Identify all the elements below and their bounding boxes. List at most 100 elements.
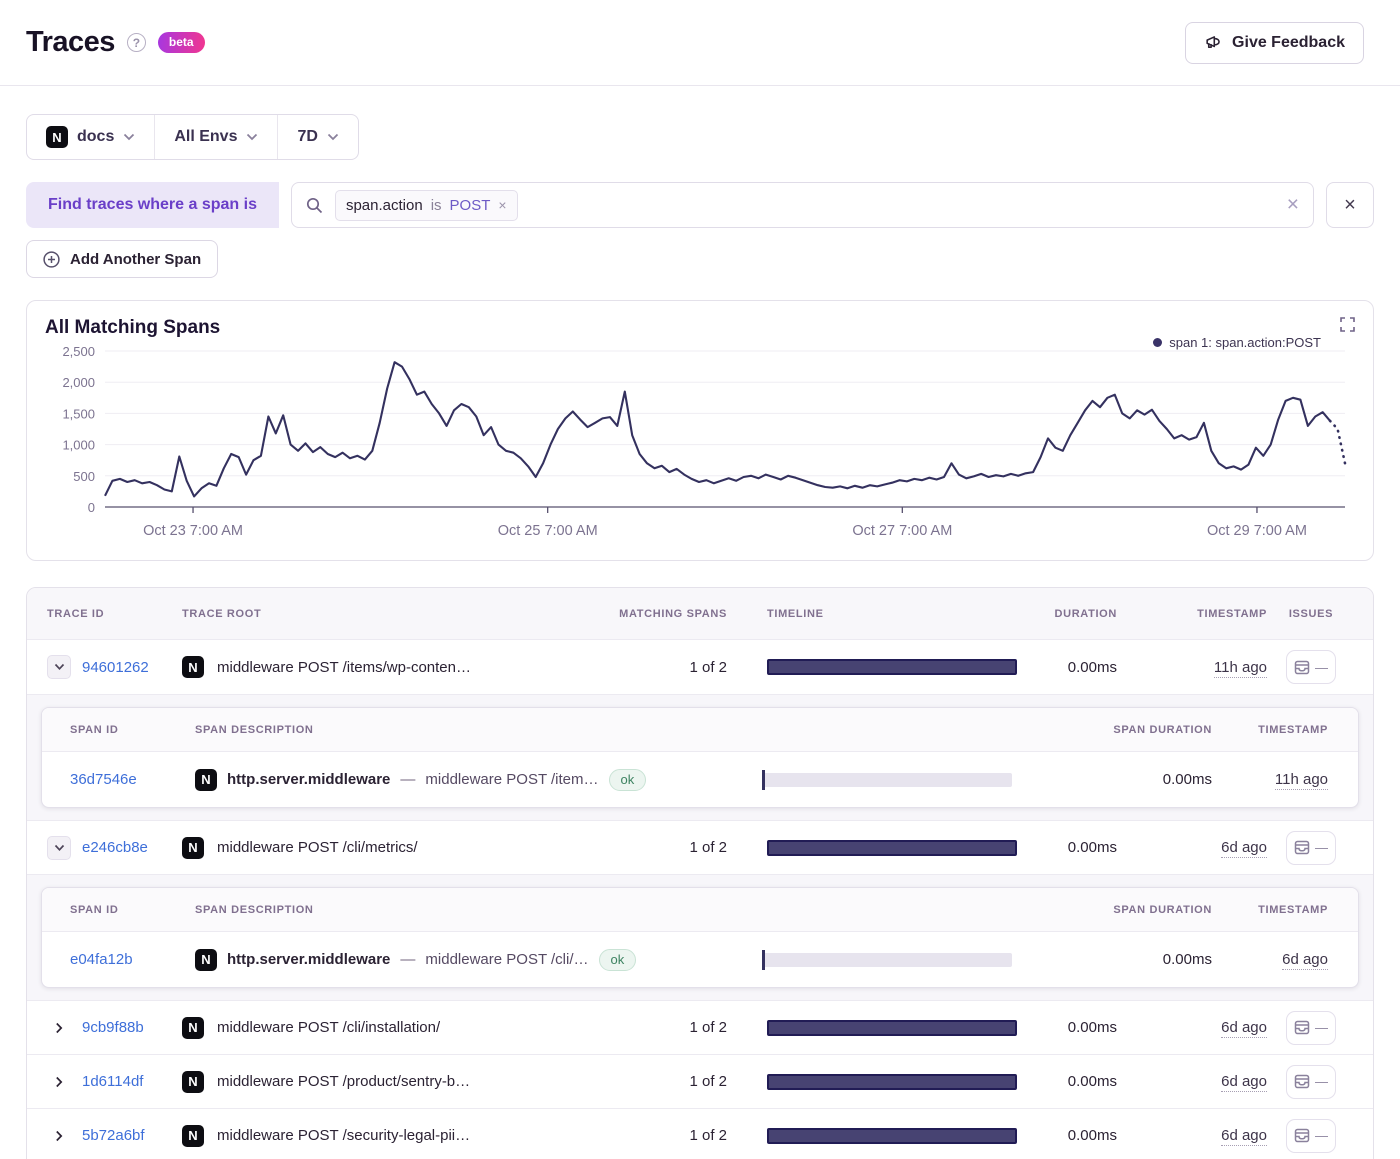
issues-count-placeholder: —: [1315, 1074, 1328, 1089]
trace-id-link[interactable]: e246cb8e: [82, 839, 148, 856]
nextjs-project-icon: N: [46, 126, 68, 148]
col-span-description: SPAN DESCRIPTION: [195, 904, 1032, 916]
svg-text:Oct 27 7:00 AM: Oct 27 7:00 AM: [852, 523, 952, 539]
trace-id-link[interactable]: 1d6114df: [82, 1073, 143, 1090]
matching-spans-value: 1 of 2: [577, 659, 737, 676]
svg-text:1,000: 1,000: [62, 438, 95, 453]
project-filter[interactable]: N docs: [27, 115, 154, 159]
issues-button[interactable]: —: [1286, 1119, 1336, 1153]
table-row[interactable]: 94601262 N middleware POST /items/wp-con…: [27, 640, 1373, 694]
legend-label: span 1: span.action:POST: [1169, 335, 1321, 350]
issues-button[interactable]: —: [1286, 650, 1336, 684]
chevron-down-icon: [246, 133, 258, 141]
plus-circle-icon: [43, 251, 60, 268]
span-id-link[interactable]: 36d7546e: [70, 771, 137, 788]
expand-row-button[interactable]: [47, 1022, 71, 1034]
span-duration-value: 0.00ms: [1032, 771, 1212, 788]
span-timestamp-value[interactable]: 6d ago: [1282, 951, 1328, 970]
span-search-input[interactable]: span.action is POST × ×: [291, 182, 1314, 228]
fullscreen-icon[interactable]: [1340, 317, 1355, 337]
col-span-timestamp: TIMESTAMP: [1212, 904, 1328, 916]
timeline-bar[interactable]: [767, 1074, 1017, 1090]
table-row[interactable]: 1d6114df N middleware POST /product/sent…: [27, 1054, 1373, 1108]
find-traces-label: Find traces where a span is: [26, 182, 279, 228]
give-feedback-label: Give Feedback: [1232, 34, 1345, 52]
col-span-id: SPAN ID: [70, 724, 195, 736]
span-description-label: middleware POST /cli/…: [425, 951, 588, 968]
beta-badge: beta: [158, 32, 205, 53]
col-issues: ISSUES: [1267, 608, 1355, 620]
span-description-label: middleware POST /item…: [425, 771, 598, 788]
expanded-spans-panel: SPAN ID SPAN DESCRIPTION SPAN DURATION T…: [27, 694, 1373, 820]
project-filter-label: docs: [77, 128, 114, 146]
issues-icon: [1294, 1020, 1310, 1035]
span-query-row: Find traces where a span is span.action …: [26, 182, 1374, 228]
spans-table-header: SPAN ID SPAN DESCRIPTION SPAN DURATION T…: [42, 708, 1358, 752]
timeline-bar[interactable]: [767, 1020, 1017, 1036]
trace-id-link[interactable]: 5b72a6bf: [82, 1127, 145, 1144]
filter-token-span-action[interactable]: span.action is POST ×: [335, 190, 518, 221]
svg-text:2,000: 2,000: [62, 375, 95, 390]
issues-button[interactable]: —: [1286, 831, 1336, 865]
issues-icon: [1294, 840, 1310, 855]
span-timeline-marker: [762, 770, 765, 790]
legend-dot-icon: [1153, 338, 1162, 347]
search-clear-icon[interactable]: ×: [1287, 193, 1299, 217]
issues-icon: [1294, 660, 1310, 675]
table-row[interactable]: 9cb9f88b N middleware POST /cli/installa…: [27, 1000, 1373, 1054]
timestamp-value[interactable]: 6d ago: [1221, 1127, 1267, 1146]
span-timeline-bar[interactable]: [762, 953, 1012, 967]
span-row[interactable]: 36d7546e N http.server.middleware — midd…: [42, 752, 1358, 807]
help-icon[interactable]: ?: [127, 33, 146, 52]
timeline-bar[interactable]: [767, 659, 1017, 675]
page-title: Traces: [26, 26, 115, 59]
token-operator[interactable]: is: [431, 197, 442, 214]
col-matching-spans: MATCHING SPANS: [577, 608, 737, 620]
chevron-down-icon: [54, 844, 65, 852]
timeline-bar[interactable]: [767, 1128, 1017, 1144]
close-query-button[interactable]: ×: [1326, 182, 1374, 228]
matching-spans-value: 1 of 2: [577, 1019, 737, 1036]
issues-button[interactable]: —: [1286, 1011, 1336, 1045]
traces-table-header: TRACE ID TRACE ROOT MATCHING SPANS TIMEL…: [27, 588, 1373, 640]
span-timeline-bar[interactable]: [762, 773, 1012, 787]
trace-id-link[interactable]: 94601262: [82, 659, 149, 676]
spans-table-header: SPAN ID SPAN DESCRIPTION SPAN DURATION T…: [42, 888, 1358, 932]
collapse-row-button[interactable]: [47, 655, 71, 679]
col-timeline: TIMELINE: [737, 608, 1017, 620]
collapse-row-button[interactable]: [47, 836, 71, 860]
chevron-down-icon: [54, 663, 65, 671]
timestamp-value[interactable]: 6d ago: [1221, 1073, 1267, 1092]
token-remove-icon[interactable]: ×: [498, 197, 506, 213]
table-row[interactable]: 5b72a6bf N middleware POST /security-leg…: [27, 1108, 1373, 1159]
col-span-description: SPAN DESCRIPTION: [195, 724, 1032, 736]
time-period-filter[interactable]: 7D: [277, 115, 357, 159]
spans-line-chart[interactable]: 05001,0001,5002,0002,500Oct 23 7:00 AMOc…: [45, 339, 1357, 551]
expand-row-button[interactable]: [47, 1130, 71, 1142]
environment-filter-label: All Envs: [174, 128, 237, 146]
separator-dash: —: [400, 951, 415, 968]
issues-button[interactable]: —: [1286, 1065, 1336, 1099]
trace-root-label: middleware POST /product/sentry-b…: [217, 1073, 470, 1090]
token-key: span.action: [346, 197, 423, 214]
token-value[interactable]: POST: [450, 197, 491, 214]
trace-id-link[interactable]: 9cb9f88b: [82, 1019, 144, 1036]
environment-filter[interactable]: All Envs: [154, 115, 277, 159]
add-another-span-button[interactable]: Add Another Span: [26, 240, 218, 278]
timestamp-value[interactable]: 6d ago: [1221, 839, 1267, 858]
page-header: Traces ? beta Give Feedback: [0, 0, 1400, 86]
timestamp-value[interactable]: 6d ago: [1221, 1019, 1267, 1038]
span-id-link[interactable]: e04fa12b: [70, 951, 133, 968]
span-row[interactable]: e04fa12b N http.server.middleware — midd…: [42, 932, 1358, 987]
timeline-bar[interactable]: [767, 840, 1017, 856]
span-timestamp-value[interactable]: 11h ago: [1275, 771, 1328, 790]
col-timestamp: TIMESTAMP: [1117, 608, 1267, 620]
svg-text:1,500: 1,500: [62, 406, 95, 421]
col-span-duration: SPAN DURATION: [1032, 904, 1212, 916]
expand-row-button[interactable]: [47, 1076, 71, 1088]
nextjs-icon: N: [182, 656, 204, 678]
timestamp-value[interactable]: 11h ago: [1214, 659, 1267, 678]
table-row[interactable]: e246cb8e N middleware POST /cli/metrics/…: [27, 820, 1373, 874]
expanded-spans-panel: SPAN ID SPAN DESCRIPTION SPAN DURATION T…: [27, 874, 1373, 1000]
give-feedback-button[interactable]: Give Feedback: [1185, 22, 1364, 64]
